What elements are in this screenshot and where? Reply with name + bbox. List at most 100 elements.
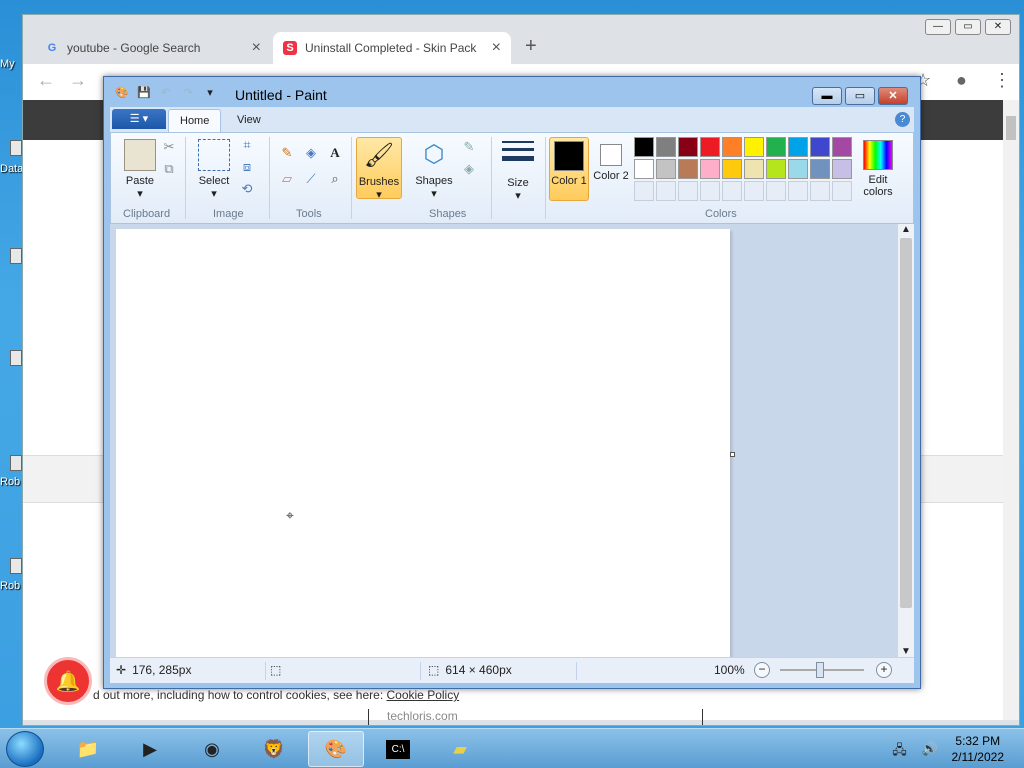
desktop-label[interactable]: Rob <box>0 476 20 488</box>
volume-icon[interactable]: 🔊 <box>922 741 938 757</box>
tab-home[interactable]: Home <box>168 109 222 133</box>
scroll-up-icon[interactable]: ▲ <box>901 224 911 235</box>
paint-icon[interactable]: 🎨 <box>308 731 364 767</box>
desktop-icon[interactable] <box>10 140 22 156</box>
palette-swatch[interactable] <box>766 137 786 157</box>
text-tool-icon[interactable]: A <box>325 143 345 163</box>
palette-swatch[interactable] <box>832 137 852 157</box>
palette-swatch[interactable] <box>700 159 720 179</box>
custom-color-slot[interactable] <box>700 181 720 201</box>
fill-icon[interactable]: ◈ <box>459 159 479 179</box>
paint-app-icon[interactable]: 🎨 <box>114 86 130 100</box>
undo-icon[interactable]: ↶ <box>158 86 174 100</box>
paint-minimize-button[interactable]: ▬ <box>812 87 842 105</box>
palette-swatch[interactable] <box>810 159 830 179</box>
profile-avatar-icon[interactable]: ● <box>956 70 967 91</box>
desktop-icon[interactable] <box>10 455 22 471</box>
select-button[interactable]: Select ▾ <box>191 137 237 200</box>
cookie-policy-link[interactable]: Cookie Policy <box>387 688 460 702</box>
forward-button[interactable]: → <box>69 70 87 91</box>
color-picker-icon[interactable]: ⟋ <box>301 169 321 189</box>
file-menu-button[interactable]: ☰ ▾ <box>112 109 166 129</box>
cmd-icon[interactable]: C:\ <box>370 731 426 767</box>
palette-swatch[interactable] <box>634 137 654 157</box>
desktop-label[interactable]: My <box>0 58 15 70</box>
palette-swatch[interactable] <box>788 137 808 157</box>
scrollbar-thumb[interactable] <box>1006 116 1016 140</box>
paint-close-button[interactable]: ✕ <box>878 87 908 105</box>
palette-swatch[interactable] <box>678 159 698 179</box>
browser-tab-youtube-search[interactable]: G youtube - Google Search × <box>35 32 271 64</box>
edit-colors-button[interactable]: Edit colors <box>856 137 900 201</box>
palette-swatch[interactable] <box>722 137 742 157</box>
custom-color-slot[interactable] <box>832 181 852 201</box>
close-tab-icon[interactable]: × <box>492 39 501 57</box>
palette-swatch[interactable] <box>700 137 720 157</box>
notification-bell-icon[interactable]: 🔔 <box>44 657 92 705</box>
outline-icon[interactable]: ✎ <box>459 137 479 157</box>
zoom-slider-thumb[interactable] <box>816 662 824 678</box>
palette-swatch[interactable] <box>678 137 698 157</box>
zoom-out-button[interactable]: − <box>754 662 770 678</box>
palette-swatch[interactable] <box>810 137 830 157</box>
custom-color-slot[interactable] <box>744 181 764 201</box>
start-button[interactable] <box>6 731 44 767</box>
magnifier-icon[interactable]: ⌕ <box>325 169 345 189</box>
palette-swatch[interactable] <box>744 137 764 157</box>
minimize-button[interactable]: — <box>925 19 951 35</box>
canvas-vertical-scrollbar[interactable]: ▲ ▼ <box>898 224 914 657</box>
palette-swatch[interactable] <box>766 159 786 179</box>
copy-icon[interactable]: ⧉ <box>159 159 179 179</box>
close-tab-icon[interactable]: × <box>252 39 261 57</box>
desktop-label[interactable]: Rob <box>0 580 20 592</box>
customize-qat-icon[interactable]: ▾ <box>202 86 218 100</box>
desktop-icon[interactable] <box>10 350 22 366</box>
custom-color-slot[interactable] <box>656 181 676 201</box>
paste-button[interactable]: Paste ▾ <box>117 137 163 200</box>
custom-color-slot[interactable] <box>678 181 698 201</box>
eraser-icon[interactable]: ▱ <box>277 169 297 189</box>
desktop-icon[interactable] <box>10 558 22 574</box>
crop-icon[interactable]: ⌗ <box>237 135 257 155</box>
media-player-icon[interactable]: ▶ <box>122 731 178 767</box>
cut-icon[interactable]: ✂ <box>159 137 179 157</box>
rotate-icon[interactable]: ⟲ <box>237 179 257 199</box>
resize-icon[interactable]: ⧈ <box>237 157 257 177</box>
scrollbar-thumb[interactable] <box>900 238 912 608</box>
palette-swatch[interactable] <box>788 159 808 179</box>
custom-color-slot[interactable] <box>722 181 742 201</box>
scroll-down-icon[interactable]: ▼ <box>901 646 911 657</box>
close-button[interactable]: ✕ <box>985 19 1011 35</box>
palette-swatch[interactable] <box>744 159 764 179</box>
palette-swatch[interactable] <box>634 159 654 179</box>
drawing-canvas[interactable]: ⌖ <box>116 229 730 657</box>
size-button[interactable]: Size ▾ <box>495 137 541 202</box>
page-scrollbar[interactable] <box>1003 100 1019 720</box>
paint-maximize-button[interactable]: ▭ <box>845 87 875 105</box>
palette-swatch[interactable] <box>832 159 852 179</box>
palette-swatch[interactable] <box>722 159 742 179</box>
brushes-button[interactable]: 🖌 Brushes ▾ <box>356 137 402 201</box>
brave-icon[interactable]: 🦁 <box>246 731 302 767</box>
menu-kebab-icon[interactable]: ⋮ <box>993 70 1011 91</box>
redo-icon[interactable]: ↷ <box>180 86 196 100</box>
custom-color-slot[interactable] <box>810 181 830 201</box>
tab-view[interactable]: View <box>226 109 272 133</box>
browser-tab-skin-pack[interactable]: S Uninstall Completed - Skin Pack × <box>273 32 511 64</box>
pencil-icon[interactable]: ✎ <box>277 143 297 163</box>
custom-color-slot[interactable] <box>766 181 786 201</box>
help-icon[interactable]: ? <box>895 112 910 127</box>
new-tab-button[interactable]: + <box>525 35 537 58</box>
custom-color-slot[interactable] <box>788 181 808 201</box>
zoom-in-button[interactable]: + <box>876 662 892 678</box>
shapes-button[interactable]: ⬡ Shapes ▾ <box>411 137 457 200</box>
fill-bucket-icon[interactable]: ◈ <box>301 143 321 163</box>
explorer-icon[interactable]: 📁 <box>60 731 116 767</box>
canvas-resize-handle[interactable] <box>730 452 735 457</box>
chrome-icon[interactable]: ◉ <box>184 731 240 767</box>
color2-button[interactable]: Color 2 <box>591 137 631 201</box>
back-button[interactable]: ← <box>37 70 55 91</box>
sticky-notes-icon[interactable]: ▰ <box>432 731 488 767</box>
save-icon[interactable]: 💾 <box>136 86 152 100</box>
desktop-label[interactable]: Data <box>0 163 23 175</box>
